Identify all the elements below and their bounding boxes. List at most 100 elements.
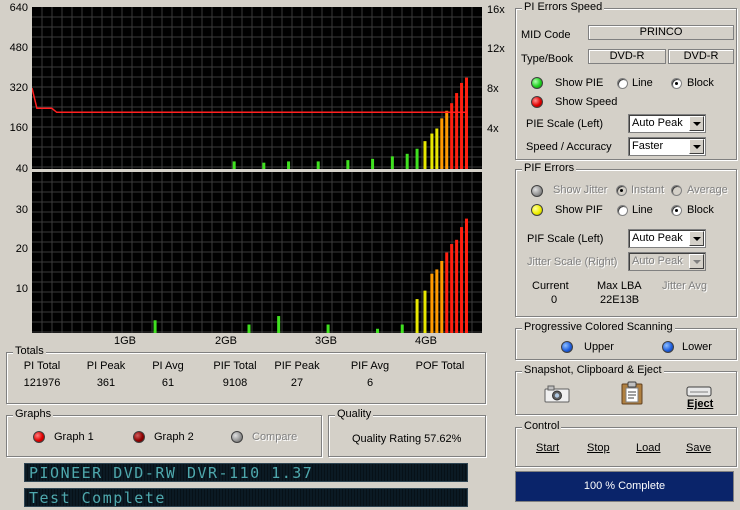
mid-code-label: MID Code: [521, 29, 571, 41]
pi-bar: [232, 161, 236, 169]
speed-y-tick: 16x: [487, 4, 505, 16]
pi-bar: [465, 77, 468, 169]
status-lcd-text: Test Complete: [29, 489, 166, 507]
eject-button[interactable]: Eject: [687, 398, 713, 410]
totals-header: POF Total: [415, 360, 465, 372]
typebook-label: Type/Book: [521, 53, 573, 65]
jitter-average-radio: [671, 185, 682, 196]
pif-scale-select[interactable]: Auto Peak: [628, 229, 706, 248]
chevron-down-icon: [689, 254, 704, 269]
pi-speed-title: PI Errors Speed: [522, 1, 605, 13]
upper-label[interactable]: Upper: [584, 341, 614, 353]
status-lcd: Test Complete: [24, 488, 468, 507]
jitter-scale-label: Jitter Scale (Right): [527, 256, 618, 268]
pif-block-radio[interactable]: [671, 205, 682, 216]
pi-bar: [316, 161, 320, 169]
x-tick: 2GB: [215, 335, 238, 347]
show-pie-label[interactable]: Show PIE: [555, 77, 603, 89]
pi-bar: [390, 156, 394, 169]
totals-header: PI Total: [23, 360, 61, 372]
speed-accuracy-value: Faster: [632, 140, 664, 152]
drive-lcd: PIONEER DVD-RW DVR-110 1.37: [24, 463, 468, 482]
show-speed-led-icon[interactable]: [531, 96, 543, 108]
upper-led-icon[interactable]: [561, 341, 573, 353]
pif-title: PIF Errors: [522, 162, 577, 174]
quality-title: Quality: [335, 408, 374, 420]
pif-scale-label: PIF Scale (Left): [527, 233, 604, 245]
pif-bar: [465, 218, 468, 333]
pi-bar: [287, 161, 291, 169]
show-pif-led-icon[interactable]: [531, 204, 543, 216]
pif-block-label[interactable]: Block: [687, 204, 714, 216]
pie-block-radio[interactable]: [671, 78, 682, 89]
show-pie-led-icon[interactable]: [531, 77, 543, 89]
start-button[interactable]: Start: [536, 442, 559, 454]
load-button[interactable]: Load: [636, 442, 660, 454]
pi-y-tick: 480: [9, 42, 28, 54]
speed-accuracy-label: Speed / Accuracy: [526, 141, 612, 153]
camera-icon[interactable]: [544, 385, 570, 403]
pif-bar: [445, 252, 449, 333]
pie-block-label[interactable]: Block: [687, 77, 714, 89]
pie-scale-value: Auto Peak: [632, 117, 683, 129]
pif-line-radio[interactable]: [617, 205, 628, 216]
pi-bar: [423, 141, 427, 169]
save-button[interactable]: Save: [686, 442, 711, 454]
pif-bar: [400, 324, 404, 333]
totals-title: Totals: [13, 345, 46, 357]
progressive-title: Progressive Colored Scanning: [522, 321, 675, 333]
chevron-down-icon[interactable]: [689, 139, 704, 154]
chevron-down-icon[interactable]: [689, 231, 704, 246]
speed-y-tick: 4x: [487, 123, 499, 135]
pi-y-tick: 160: [9, 122, 28, 134]
pi-bar: [415, 148, 419, 169]
pi-bar: [405, 153, 409, 169]
pi-bar: [371, 158, 375, 169]
totals-header: PIF Peak: [274, 360, 320, 372]
pi-avg-value: 61: [161, 377, 175, 389]
graph1-led-icon[interactable]: [33, 431, 45, 443]
jitter-average-label: Average: [687, 184, 728, 196]
pif-bar: [423, 290, 427, 333]
totals-header: PIF Total: [213, 360, 257, 372]
lower-led-icon[interactable]: [662, 341, 674, 353]
jitter-avg-label: Jitter Avg: [662, 280, 708, 292]
pif-line-label[interactable]: Line: [632, 204, 653, 216]
jitter-instant-label: Instant: [631, 184, 665, 196]
x-tick: 4GB: [415, 335, 438, 347]
clipboard-icon[interactable]: [621, 381, 643, 405]
pi-total-value: 121976: [23, 377, 61, 389]
eject-drive-icon[interactable]: [686, 386, 712, 397]
graph2-led-icon[interactable]: [133, 431, 145, 443]
x-tick: 1GB: [114, 335, 137, 347]
pi-bar: [262, 162, 266, 169]
stop-button[interactable]: Stop: [587, 442, 610, 454]
show-pif-label[interactable]: Show PIF: [555, 204, 603, 216]
pie-scale-select[interactable]: Auto Peak: [628, 114, 706, 133]
pi-bar: [460, 82, 464, 169]
show-jitter-led-icon: [531, 185, 543, 197]
show-speed-label[interactable]: Show Speed: [555, 96, 617, 108]
totals-header: PIF Avg: [350, 360, 390, 372]
pi-bar: [430, 133, 434, 169]
graphs-title: Graphs: [13, 408, 54, 420]
graph1-label[interactable]: Graph 1: [54, 431, 94, 443]
progress-bar: 100 % Complete: [515, 471, 734, 502]
current-value: 0: [551, 294, 558, 306]
compare-led-icon: [231, 431, 243, 443]
pie-line-radio[interactable]: [617, 78, 628, 89]
totals-header: PI Avg: [152, 360, 184, 372]
pi-y-tick: 40: [15, 163, 28, 175]
pif-y-tick: 20: [15, 243, 28, 255]
speed-accuracy-select[interactable]: Faster: [628, 137, 706, 156]
pif-bar: [277, 316, 281, 333]
pif-bar: [153, 320, 157, 333]
chevron-down-icon[interactable]: [689, 116, 704, 131]
pie-line-label[interactable]: Line: [632, 77, 653, 89]
lower-label[interactable]: Lower: [682, 341, 712, 353]
pi-chart-svg: [32, 7, 482, 169]
graph2-label[interactable]: Graph 2: [154, 431, 194, 443]
jitter-scale-select: Auto Peak: [628, 252, 706, 271]
pif-bar: [440, 260, 444, 333]
pie-scale-label: PIE Scale (Left): [526, 118, 604, 130]
